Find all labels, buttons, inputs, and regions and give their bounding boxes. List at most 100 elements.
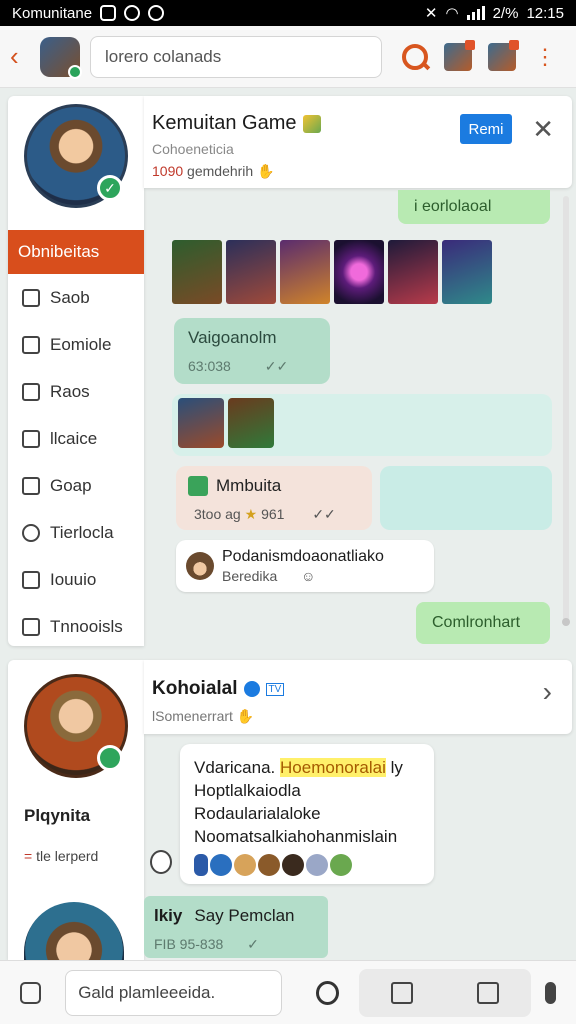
close-icon[interactable]: ✕ [532,114,554,145]
media-thumbnail[interactable] [388,240,438,304]
online-indicator [68,64,82,79]
media-thumbnail[interactable] [280,240,330,304]
message-line: Hoptlalkaiodla [194,781,301,800]
bookmark-icon [22,429,40,448]
profile-sub-text: tle lerperd [36,848,99,864]
chat-title: Kohoialal [152,678,238,699]
back-arrow-icon[interactable]: ‹ [10,41,36,72]
message-text: i eorlolaoal [414,198,492,215]
sidebar-item-label: Goap [50,475,92,495]
message-sub: Beredika [222,568,278,584]
sidebar-active-label: Obnibeitas [18,242,100,261]
double-check-icon: ✓✓ [264,358,289,374]
media-thumbnail[interactable] [226,240,276,304]
sidebar-item[interactable]: Tierlocla [8,509,144,556]
signal-icon [466,6,485,20]
message-bubble-incoming[interactable]: Mmbuita 3too ag ★ 961 ✓✓ [176,466,372,530]
tv-badge-icon: TV [265,682,285,696]
community-avatar[interactable]: ✓ [24,104,128,208]
sender-avatar-small[interactable] [150,850,172,874]
sidebar-item-label: Tierlocla [50,522,114,542]
message-bubble-incoming[interactable]: lkiy Say Pemclan FIB 95-838 ✓ [144,896,328,958]
top-bar: ‹ lorero colanads ⋮ [0,26,576,88]
sidebar-item-label: Eomiole [50,334,112,354]
media-thumbnail[interactable] [178,398,224,448]
sync-icon [124,5,141,21]
profile-avatar[interactable] [40,36,82,79]
message-input[interactable]: Gald plamleeeida. [65,969,282,1016]
chat-meta-text: gemdehrih [187,163,254,179]
search-icon[interactable] [402,43,428,70]
media-message[interactable] [172,394,552,456]
sidebar-item-label: llcaice [50,428,98,448]
refresh-icon [148,5,165,21]
sidebar-item[interactable]: Iouuio [8,556,144,603]
sender-avatar[interactable] [186,552,214,580]
message-bubble-incoming[interactable]: Vdaricana. Hoemonoralai ly Hoptlalkaiodl… [180,744,434,884]
game-icon [188,476,208,496]
check-icon: ✓ [247,936,259,952]
sidebar-item[interactable]: llcaice [8,415,144,462]
gift-icon[interactable] [390,981,413,1004]
sticker-icon[interactable] [330,854,352,876]
verified-icon [243,681,260,697]
message-text: Comlronhart [432,614,521,631]
sticker-icon[interactable] [282,854,304,876]
sidebar-item[interactable]: Eomiole [8,321,144,368]
member-count: 1090 [152,163,184,179]
search-input[interactable]: lorero colanads [90,35,382,78]
composer-tools [358,968,531,1017]
microphone-icon[interactable] [544,981,556,1004]
message-bubble-outgoing[interactable]: Comlronhart [416,602,550,644]
profile-sub-marker: = [24,848,33,864]
star-icon: ★ [244,506,258,522]
sidebar-item-label: Raos [50,381,90,401]
message-text: ly [390,758,403,777]
attach-icon[interactable] [20,981,42,1004]
gallery-icon[interactable] [476,981,499,1004]
message-time: 63:038 [188,358,231,374]
message-meta: 3too ag ★ 961 ✓✓ [188,506,360,523]
message-text: Say Pemclan [194,906,295,925]
profile-name: Plqynita [24,806,91,825]
check-box-icon [22,476,40,495]
join-button[interactable]: Remi [460,114,512,144]
grid-icon [22,335,40,354]
message-bubble-incoming[interactable]: Podanismdoaonatliako Beredika ☺ [176,540,434,592]
sticker-icon[interactable] [210,854,232,876]
media-thumbnail[interactable] [442,240,492,304]
media-thumbnail[interactable] [228,398,274,448]
profile-sub: = tle lerperd [24,848,144,864]
game-shortcut-icon[interactable] [444,39,475,71]
scrollbar[interactable] [562,196,570,626]
sticker-icon[interactable] [234,854,256,876]
sidebar-item-label: Saob [50,287,90,307]
chat-subtitle-text: lSomenerrart [152,708,233,724]
message-text: Vdaricana. [194,758,276,777]
message-row: lkiy Say Pemclan [154,906,318,926]
sidebar-item[interactable]: Raos [8,368,144,415]
more-vertical-icon[interactable]: ⋮ [534,45,556,67]
message-meta-left: 3too ag [194,506,241,522]
sticker-icon[interactable] [258,854,280,876]
message-line: Noomatsalkiahohanmislain [194,827,398,846]
user-avatar[interactable] [24,674,128,778]
sidebar-item[interactable]: Saob [8,274,144,321]
sticker-icon[interactable] [194,854,208,876]
chevron-right-icon[interactable]: › [543,676,552,708]
sidebar-item-label: Tnnooisls [50,616,123,636]
tag-icon [22,570,40,589]
emoji-icon[interactable] [315,980,339,1005]
game-shortcut-icon-2[interactable] [488,39,519,71]
sidebar-item[interactable]: Goap [8,462,144,509]
media-thumbnail[interactable] [172,240,222,304]
media-thumbnail[interactable] [334,240,384,304]
sidebar-item[interactable]: Tnnooisls [8,603,144,650]
user-avatar-2[interactable] [24,902,124,962]
message-bubble-incoming[interactable]: Vaigoanolm 63:038 ✓✓ [174,318,330,384]
emoji-row [194,854,434,876]
status-time: 12:15 [526,4,564,22]
sticker-icon[interactable] [306,854,328,876]
message-bubble-outgoing[interactable]: i eorlolaoal [398,190,550,224]
sidebar-item-active[interactable]: Obnibeitas [8,230,144,274]
